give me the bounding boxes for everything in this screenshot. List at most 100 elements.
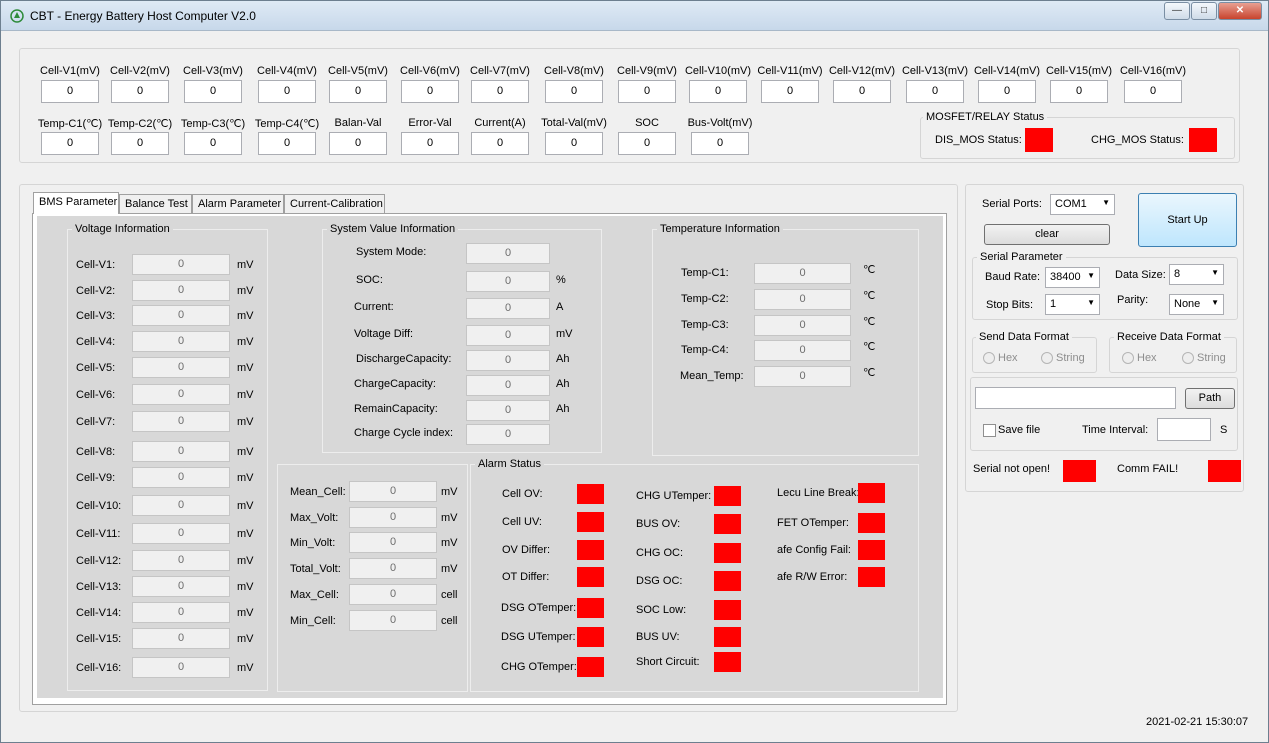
- baud-rate-select[interactable]: 38400 ▼: [1045, 267, 1100, 288]
- time-interval-input[interactable]: [1157, 418, 1211, 441]
- alarm-label: FET OTemper:: [777, 517, 849, 529]
- voltage-cell-value: 0: [132, 441, 230, 462]
- save-file-checkbox[interactable]: [983, 424, 996, 437]
- top-cell-value: 0: [258, 80, 316, 103]
- stats-item-unit: mV: [441, 537, 458, 549]
- stop-bits-label: Stop Bits:: [986, 299, 1034, 311]
- tab-current-calibration[interactable]: Current-Calibration: [284, 194, 385, 213]
- voltage-cell-value: 0: [132, 550, 230, 571]
- voltage-cell-label: Cell-V4:: [76, 336, 116, 348]
- voltage-cell-label: Cell-V10:: [76, 500, 122, 512]
- receive-string-label: String: [1197, 352, 1226, 364]
- temperature-item-value: 0: [754, 340, 851, 361]
- send-string-radio[interactable]: [1041, 352, 1053, 364]
- system-item-label: ChargeCapacity:: [354, 378, 436, 390]
- alarm-label: CHG OC:: [636, 547, 684, 559]
- parity-select[interactable]: None ▼: [1169, 294, 1224, 315]
- title-bar[interactable]: CBT - Energy Battery Host Computer V2.0 …: [1, 1, 1268, 31]
- tab-bms-parameter[interactable]: BMS Parameter: [33, 192, 119, 214]
- alarm-label: OV Differ:: [502, 544, 551, 556]
- maximize-button[interactable]: □: [1191, 2, 1217, 20]
- temperature-unit: ℃: [863, 316, 876, 328]
- start-up-button[interactable]: Start Up: [1138, 193, 1237, 247]
- voltage-unit: mV: [237, 581, 254, 593]
- top-cell-value: 0: [401, 80, 459, 103]
- alarm-label: CHG UTemper:: [636, 490, 712, 502]
- parity-value: None: [1174, 298, 1201, 310]
- voltage-unit: mV: [237, 500, 254, 512]
- voltage-cell-label: Cell-V13:: [76, 581, 122, 593]
- stats-item-value: 0: [349, 558, 437, 579]
- send-string-label: String: [1056, 352, 1085, 364]
- voltage-unit: mV: [237, 633, 254, 645]
- top-cell-label: Cell-V11(mV): [757, 65, 823, 77]
- top-reading-label: Temp-C4(℃): [254, 118, 320, 130]
- serial-port-select[interactable]: COM1 ▼: [1050, 194, 1115, 215]
- system-item-unit: Ah: [556, 403, 570, 415]
- voltage-cell-label: Cell-V11:: [76, 528, 121, 540]
- alarm-label: DSG UTemper:: [501, 631, 576, 643]
- data-size-value: 8: [1174, 268, 1181, 280]
- dis-mos-indicator: [1025, 128, 1053, 152]
- stats-item-label: Mean_Cell:: [290, 486, 346, 498]
- clear-button[interactable]: clear: [984, 224, 1110, 245]
- data-size-label: Data Size:: [1115, 269, 1166, 281]
- temperature-unit: ℃: [863, 341, 876, 353]
- top-reading-value: 0: [545, 132, 603, 155]
- stop-bits-select[interactable]: 1 ▼: [1045, 294, 1100, 315]
- voltage-cell-label: Cell-V7:: [76, 416, 116, 428]
- app-logo-icon: [10, 9, 24, 23]
- voltage-cell-value: 0: [132, 280, 230, 301]
- voltage-cell-value: 0: [132, 467, 230, 488]
- save-file-label: Save file: [998, 424, 1041, 436]
- chevron-down-icon: ▼: [1211, 298, 1219, 307]
- voltage-unit: mV: [237, 472, 254, 484]
- alarm-label: BUS OV:: [636, 518, 681, 530]
- minimize-button[interactable]: —: [1164, 2, 1190, 20]
- voltage-cell-label: Cell-V5:: [76, 362, 116, 374]
- voltage-cell-label: Cell-V9:: [76, 472, 116, 484]
- voltage-cell-label: Cell-V1:: [76, 259, 116, 271]
- top-cell-label: Cell-V7(mV): [470, 65, 530, 77]
- stats-item-unit: mV: [441, 563, 458, 575]
- stats-item-value: 0: [349, 481, 437, 502]
- top-reading-value: 0: [184, 132, 242, 155]
- path-button[interactable]: Path: [1185, 388, 1235, 409]
- alarm-indicator: [858, 483, 885, 503]
- top-reading-label: Error-Val: [408, 117, 452, 129]
- system-item-unit: mV: [556, 328, 573, 340]
- path-input[interactable]: [975, 387, 1176, 409]
- voltage-cell-label: Cell-V8:: [76, 446, 116, 458]
- temperature-item-label: Temp-C1:: [681, 267, 729, 279]
- stats-item-label: Min_Cell:: [290, 615, 336, 627]
- tab-balance-test[interactable]: Balance Test: [119, 194, 192, 213]
- system-item-value: 0: [466, 271, 550, 292]
- voltage-cell-value: 0: [132, 523, 230, 544]
- temperature-unit: ℃: [863, 290, 876, 302]
- voltage-cell-value: 0: [132, 357, 230, 378]
- voltage-unit: mV: [237, 446, 254, 458]
- receive-hex-radio[interactable]: [1122, 352, 1134, 364]
- top-cell-label: Cell-V6(mV): [400, 65, 460, 77]
- alarm-label: OT Differ:: [502, 571, 550, 583]
- receive-string-radio[interactable]: [1182, 352, 1194, 364]
- stats-item-label: Min_Volt:: [290, 537, 336, 549]
- close-button[interactable]: ✕: [1218, 2, 1262, 20]
- alarm-label: Short Circuit:: [636, 656, 700, 668]
- voltage-cell-value: 0: [132, 331, 230, 352]
- alarm-indicator: [714, 571, 741, 591]
- top-cell-label: Cell-V13(mV): [901, 65, 968, 77]
- status-datetime: 2021-02-21 15:30:07: [1146, 716, 1249, 728]
- alarm-indicator: [714, 600, 741, 620]
- system-item-value: 0: [466, 325, 550, 346]
- send-hex-radio[interactable]: [983, 352, 995, 364]
- comm-status-indicator: [1208, 460, 1241, 482]
- tab-alarm-parameter[interactable]: Alarm Parameter: [192, 194, 284, 213]
- top-cell-label: Cell-V3(mV): [183, 65, 243, 77]
- voltage-cell-value: 0: [132, 495, 230, 516]
- voltage-unit: mV: [237, 362, 254, 374]
- voltage-cell-value: 0: [132, 602, 230, 623]
- voltage-unit: mV: [237, 389, 254, 401]
- data-size-select[interactable]: 8 ▼: [1169, 264, 1224, 285]
- system-info-group: [322, 229, 602, 453]
